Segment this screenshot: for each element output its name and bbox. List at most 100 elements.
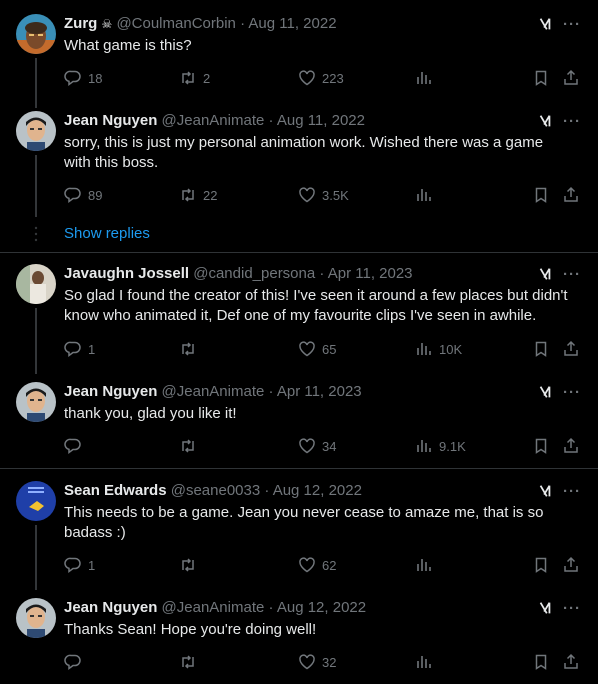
share-button[interactable]	[562, 68, 580, 88]
reply-button[interactable]: 1	[64, 339, 95, 359]
like-button[interactable]: 32	[298, 652, 336, 672]
views-button[interactable]: 9.1K	[415, 436, 466, 456]
share-button[interactable]	[562, 555, 580, 575]
tweet-date[interactable]: Apr 11, 2023	[328, 265, 413, 282]
more-options-icon[interactable]: ···	[562, 14, 582, 34]
bookmark-button[interactable]	[532, 652, 550, 672]
like-button[interactable]: 62	[298, 555, 336, 575]
show-replies-link[interactable]: Show replies	[64, 224, 150, 244]
like-button[interactable]: 65	[298, 339, 336, 359]
avatar[interactable]	[16, 481, 56, 521]
tweet-zurg[interactable]: Zurg ☠ @CoulmanCorbin · Aug 11, 2022 ···…	[0, 14, 598, 94]
share-button[interactable]	[562, 652, 580, 672]
views-button[interactable]: 10K	[415, 339, 462, 359]
grok-icon[interactable]	[536, 382, 554, 402]
more-options-icon[interactable]: ···	[562, 481, 582, 501]
author-name[interactable]: Sean Edwards	[64, 482, 167, 499]
tweet-text: Thanks Sean! Hope you're doing well!	[64, 621, 317, 638]
more-options-icon[interactable]: ···	[562, 111, 582, 131]
tweet-date[interactable]: Aug 11, 2022	[277, 112, 365, 129]
author-name[interactable]: Jean Nguyen	[64, 112, 157, 129]
bookmark-button[interactable]	[532, 339, 550, 359]
tweet-date[interactable]: Aug 12, 2022	[277, 599, 366, 616]
bookmark-button[interactable]	[532, 185, 550, 205]
retweet-button[interactable]	[179, 339, 203, 359]
tweet-jean-nguyen-2[interactable]: Jean Nguyen @JeanAnimate · Apr 11, 2023 …	[0, 382, 598, 462]
author-handle[interactable]: @candid_persona	[193, 265, 315, 282]
author-handle[interactable]: @JeanAnimate	[162, 112, 265, 129]
divider	[0, 252, 598, 253]
reply-count: 89	[88, 187, 103, 203]
action-bar: 1 62	[64, 555, 584, 575]
avatar[interactable]	[16, 382, 56, 422]
author-name[interactable]: Jean Nguyen	[64, 599, 157, 616]
thread-dots	[34, 226, 38, 242]
avatar[interactable]	[16, 598, 56, 638]
avatar-image-jean	[16, 382, 56, 422]
views-button[interactable]	[415, 185, 439, 205]
views-button[interactable]	[415, 68, 439, 88]
tweet-jean-nguyen-1[interactable]: Jean Nguyen @JeanAnimate · Aug 11, 2022 …	[0, 111, 598, 211]
reply-button[interactable]: 18	[64, 68, 102, 88]
author-handle[interactable]: @CoulmanCorbin	[116, 15, 235, 32]
retweet-button[interactable]	[179, 555, 203, 575]
retweet-button[interactable]: 22	[179, 185, 217, 205]
avatar[interactable]	[16, 264, 56, 304]
avatar-image-jean	[16, 111, 56, 151]
grok-icon[interactable]	[536, 598, 554, 618]
bar-chart-icon	[417, 656, 431, 668]
avatar[interactable]	[16, 111, 56, 151]
separator-dot: ·	[319, 265, 325, 282]
grok-icon[interactable]	[536, 481, 554, 501]
views-button[interactable]	[415, 555, 439, 575]
share-button[interactable]	[562, 339, 580, 359]
retweet-count: 22	[203, 187, 218, 203]
tweet-jean-nguyen-3[interactable]: Jean Nguyen @JeanAnimate · Aug 12, 2022 …	[0, 598, 598, 678]
share-button[interactable]	[562, 185, 580, 205]
tweet-header: Sean Edwards @seane0033 · Aug 12, 2022	[64, 481, 362, 501]
bookmark-button[interactable]	[532, 555, 550, 575]
share-button[interactable]	[562, 436, 580, 456]
tweet-sean-edwards[interactable]: Sean Edwards @seane0033 · Aug 12, 2022 ·…	[0, 481, 598, 581]
more-options-icon[interactable]: ···	[562, 382, 582, 402]
author-handle[interactable]: @seane0033	[171, 482, 260, 499]
author-name[interactable]: Zurg	[64, 15, 97, 32]
grok-icon[interactable]	[536, 14, 554, 34]
bookmark-icon	[535, 187, 547, 203]
reply-icon	[64, 654, 81, 670]
like-button[interactable]: 3.5K	[298, 185, 349, 205]
reply-button[interactable]: 89	[64, 185, 102, 205]
avatar[interactable]	[16, 14, 56, 54]
reply-button[interactable]	[64, 436, 88, 456]
bookmark-button[interactable]	[532, 436, 550, 456]
author-handle[interactable]: @JeanAnimate	[162, 383, 265, 400]
heart-icon	[299, 557, 315, 573]
tweet-date[interactable]: Apr 11, 2023	[277, 383, 362, 400]
tweet-text: So glad I found the creator of this! I'v…	[64, 287, 568, 324]
reply-icon	[64, 341, 81, 357]
grok-icon[interactable]	[536, 111, 554, 131]
author-name[interactable]: Jean Nguyen	[64, 383, 157, 400]
reply-button[interactable]: 1	[64, 555, 95, 575]
grok-icon[interactable]	[536, 264, 554, 284]
retweet-button[interactable]: 2	[179, 68, 210, 88]
more-options-icon[interactable]: ···	[562, 264, 582, 284]
bookmark-button[interactable]	[532, 68, 550, 88]
views-button[interactable]	[415, 652, 439, 672]
author-name[interactable]: Javaughn Jossell	[64, 265, 189, 282]
tweet-date[interactable]: Aug 11, 2022	[248, 15, 336, 32]
avatar-image-sean	[16, 481, 56, 521]
views-count: 9.1K	[439, 438, 466, 454]
share-icon	[564, 186, 578, 202]
retweet-icon	[182, 342, 194, 356]
action-bar: 18 2 223	[64, 68, 584, 88]
reply-button[interactable]	[64, 652, 88, 672]
author-handle[interactable]: @JeanAnimate	[162, 599, 265, 616]
retweet-button[interactable]	[179, 652, 203, 672]
more-options-icon[interactable]: ···	[562, 598, 582, 618]
like-button[interactable]: 223	[298, 68, 344, 88]
like-button[interactable]: 34	[298, 436, 336, 456]
retweet-button[interactable]	[179, 436, 203, 456]
tweet-date[interactable]: Aug 12, 2022	[273, 482, 362, 499]
tweet-javaughn-jossell[interactable]: Javaughn Jossell @candid_persona · Apr 1…	[0, 264, 598, 364]
